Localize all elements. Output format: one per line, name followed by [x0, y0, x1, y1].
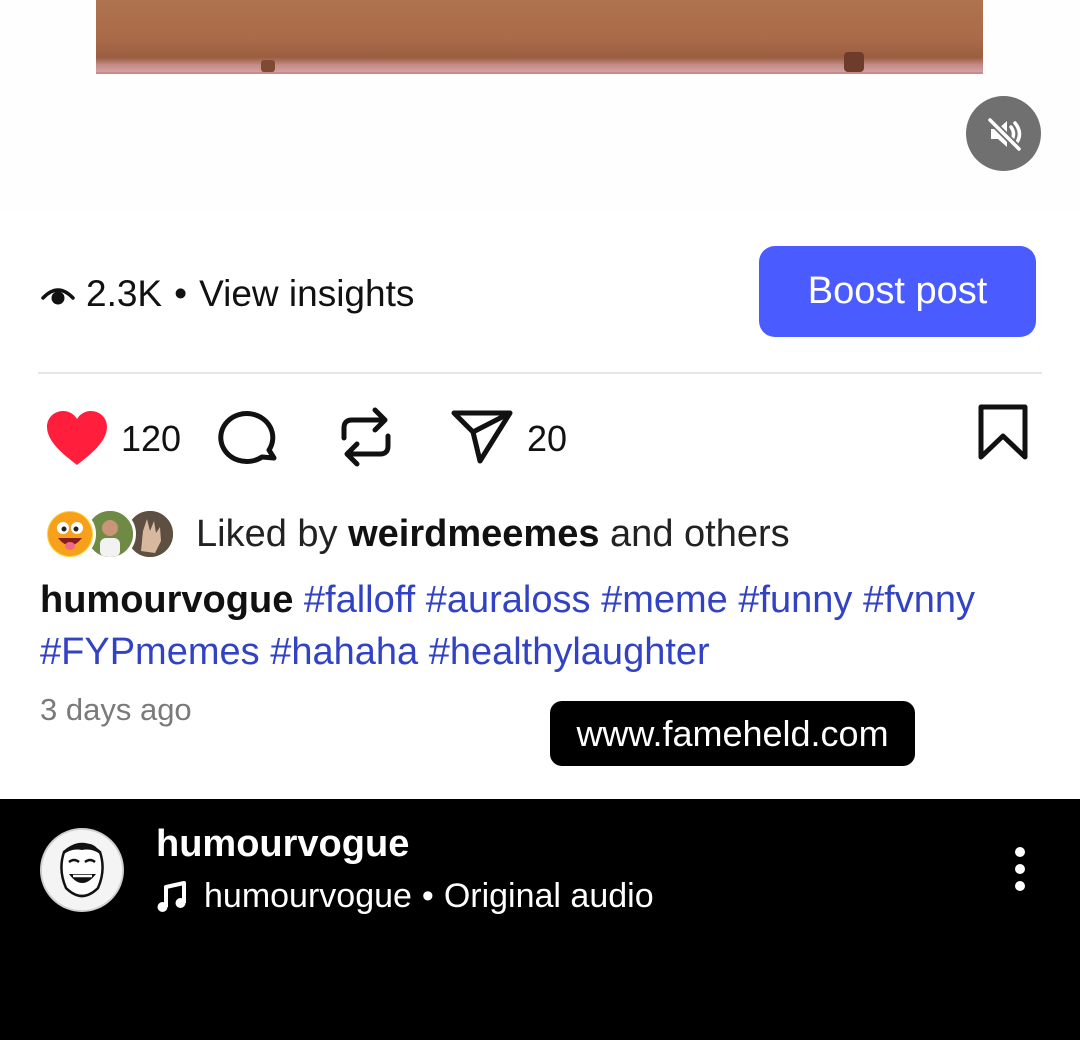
audio-label: Original audio — [443, 877, 654, 915]
boost-post-button[interactable]: Boost post — [759, 246, 1036, 337]
post-caption: humourvogue #falloff #auraloss #meme #fu… — [40, 574, 1050, 678]
like-count[interactable]: 120 — [121, 418, 181, 460]
speaker-muted-icon — [987, 117, 1021, 151]
more-options-button[interactable] — [1000, 845, 1040, 895]
mute-button[interactable] — [966, 96, 1041, 171]
reel-info-bar: humourvogue humourvogue • Original audio — [0, 799, 1080, 1040]
repost-icon — [341, 407, 391, 467]
liked-by-prefix: Liked by — [196, 512, 338, 555]
hashtag[interactable]: #healthylaughter — [429, 631, 710, 673]
reel-username[interactable]: humourvogue — [156, 823, 409, 866]
watermark: www.fameheld.com — [550, 701, 915, 766]
view-insights-link[interactable]: View insights — [199, 273, 414, 315]
hashtag[interactable]: #falloff — [304, 579, 415, 621]
liked-by-suffix: and others — [610, 512, 790, 555]
post-media[interactable] — [0, 0, 1080, 210]
hashtag[interactable]: #funny — [738, 579, 852, 621]
heart-icon — [47, 411, 107, 465]
more-vertical-icon — [1015, 847, 1025, 891]
hashtag[interactable]: #meme — [601, 579, 728, 621]
profile-avatar[interactable] — [40, 828, 124, 912]
hashtag[interactable]: #hahaha — [270, 631, 418, 673]
meme-face-avatar — [42, 830, 122, 910]
caption-username[interactable]: humourvogue — [40, 579, 293, 621]
divider — [38, 372, 1042, 374]
liked-by-text[interactable]: Liked by weirdmeemes and others — [196, 513, 790, 556]
music-note-icon — [157, 880, 186, 912]
post-timestamp: 3 days ago — [40, 692, 192, 727]
frame-detail — [844, 52, 864, 72]
audio-user: humourvogue — [204, 877, 412, 915]
share-count: 20 — [527, 418, 568, 459]
send-icon — [451, 410, 513, 464]
bookmark-icon — [978, 404, 1028, 460]
separator: • — [174, 273, 188, 314]
hashtag[interactable]: #auraloss — [426, 579, 591, 621]
comment-button[interactable] — [218, 406, 282, 470]
audio-link[interactable]: humourvogue • Original audio — [156, 877, 654, 916]
comment-icon — [218, 411, 277, 465]
save-button[interactable] — [978, 404, 1028, 460]
hashtag[interactable]: #FYPmemes — [40, 631, 260, 673]
liked-by-row[interactable]: Liked by weirdmeemes and others — [44, 505, 790, 563]
share-button[interactable] — [450, 408, 514, 466]
view-count: 2.3K — [86, 273, 163, 314]
liked-by-user[interactable]: weirdmeemes — [348, 513, 599, 555]
hashtag[interactable]: #fvnny — [863, 579, 975, 621]
video-frame — [96, 0, 983, 74]
laughing-emoji-avatar — [48, 512, 92, 556]
avatar — [44, 508, 96, 560]
frame-detail — [261, 60, 275, 72]
like-button[interactable] — [44, 408, 110, 468]
insights-row[interactable]: 2.3K • View insights — [40, 268, 414, 320]
liker-avatars[interactable] — [44, 506, 176, 562]
eye-icon — [41, 288, 75, 305]
audio-separator: • — [421, 877, 434, 915]
repost-button[interactable] — [336, 404, 396, 470]
